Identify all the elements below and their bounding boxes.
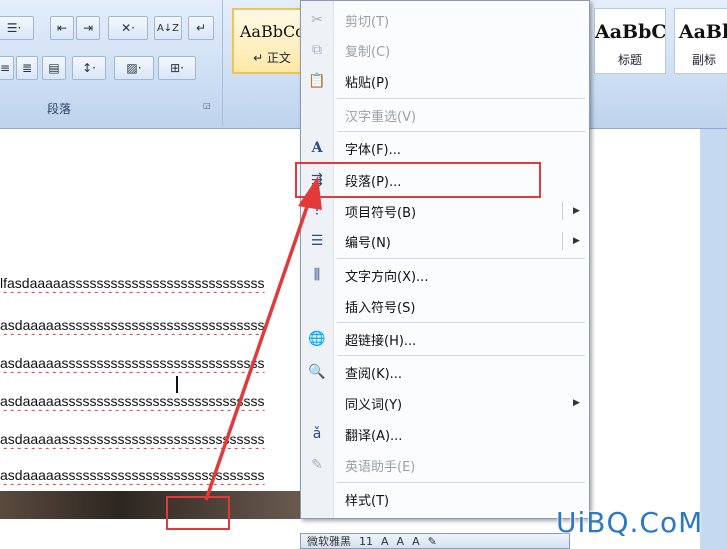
menu-separator: [337, 355, 585, 356]
hyperlink-icon: 🌐: [308, 331, 326, 347]
font-size-field[interactable]: 11: [359, 535, 373, 548]
numbering-icon: ☰: [310, 233, 324, 249]
menu-item-numbering[interactable]: ☰ 编号(N) ▶: [301, 228, 589, 254]
copy-icon: ⧉: [312, 42, 322, 58]
text-line[interactable]: asdaaaaasssssssssssssssssssssssssssss: [0, 467, 300, 485]
menu-item-hyperlink[interactable]: 🌐 超链接(H)...: [301, 326, 589, 352]
submenu-arrow-icon: ▶: [573, 236, 580, 246]
text-line[interactable]: lfasdaaaaassssssssssssssssssssssssssss: [0, 275, 300, 293]
paragraph-group-label: 段落: [46, 102, 71, 116]
paragraph-group: ☰· ⇤ ⇥ ✕· A↓Z ↵ ≡ ≣ ▤ ↕· ▨· ⊞· 段落 ◲: [0, 0, 223, 126]
menu-item-reconvert[interactable]: 汉字重选(V): [301, 102, 589, 128]
menu-item-styles[interactable]: 样式(T): [301, 486, 589, 512]
line-spacing-button[interactable]: ↕·: [72, 56, 106, 80]
paragraph-highlight-box: [295, 162, 541, 198]
text-line[interactable]: asdaaaaasssssssssssssssssssssssssssss: [0, 355, 300, 373]
menu-separator: [337, 322, 585, 323]
increase-indent-button[interactable]: ⇥: [76, 16, 100, 40]
english-assistant-icon: ✎: [311, 457, 323, 473]
menu-separator: [337, 98, 585, 99]
dialog-launcher-icon[interactable]: ◲: [203, 101, 213, 111]
shrink-font-button[interactable]: A: [397, 535, 405, 548]
submenu-divider: [562, 232, 563, 250]
font-icon: A: [311, 140, 323, 156]
submenu-divider: [562, 202, 563, 220]
menu-item-insert-symbol[interactable]: 插入符号(S): [301, 293, 589, 319]
menu-item-cut[interactable]: ✂ 剪切(T): [301, 7, 589, 33]
scissors-icon: ✂: [311, 12, 323, 28]
text-cursor: [176, 376, 178, 393]
style-subtitle[interactable]: AaBl 副标: [674, 8, 727, 74]
chinese-layout-button[interactable]: ✕·: [108, 16, 148, 40]
columns-button[interactable]: ▤: [42, 56, 66, 80]
shading-button[interactable]: ▨·: [114, 56, 154, 80]
font-name-field[interactable]: 微软雅黑: [307, 533, 351, 549]
watermark-logo: UiBQ.CoM: [556, 506, 704, 539]
submenu-arrow-icon: ▶: [573, 206, 580, 216]
menu-item-english-assistant[interactable]: ✎ 英语助手(E): [301, 452, 589, 478]
submenu-arrow-icon: ▶: [573, 398, 580, 408]
menu-item-paste[interactable]: 📋 粘贴(P): [301, 68, 589, 94]
text-line[interactable]: asdaaaaasssssssssssssssssssssssssssss: [0, 393, 300, 411]
mini-toolbar: 微软雅黑 11 A A A ✎: [300, 533, 570, 549]
menu-item-font[interactable]: A 字体(F)...: [301, 135, 589, 161]
cursor-highlight-box: [166, 496, 230, 530]
borders-button[interactable]: ⊞·: [158, 56, 196, 80]
menu-item-translate[interactable]: ǎ 翻译(A)...: [301, 421, 589, 447]
text-line[interactable]: asdaaaaasssssssssssssssssssssssssssss: [0, 431, 300, 449]
text-line[interactable]: asdaaaaasssssssssssssssssssssssssssss: [0, 317, 300, 335]
paste-icon: 📋: [308, 73, 326, 89]
sort-button[interactable]: A↓Z: [154, 16, 182, 40]
style-heading[interactable]: AaBbC 标题: [594, 8, 666, 74]
font-color-button[interactable]: A: [412, 535, 420, 548]
menu-separator: [337, 482, 585, 483]
translate-icon: ǎ: [312, 426, 322, 442]
context-menu: ✂ 剪切(T) ⧉ 复制(C) 📋 粘贴(P) 汉字重选(V) A 字体(F).…: [300, 0, 590, 519]
menu-item-copy[interactable]: ⧉ 复制(C): [301, 37, 589, 63]
lookup-icon: 🔍: [308, 364, 326, 380]
menu-item-bullets[interactable]: ⁝ 项目符号(B) ▶: [301, 198, 589, 224]
decrease-indent-button[interactable]: ⇤: [50, 16, 74, 40]
embedded-image: [0, 491, 300, 519]
bullets-icon: ⁝: [314, 203, 320, 219]
menu-item-synonyms[interactable]: 同义词(Y) ▶: [301, 390, 589, 416]
menu-separator: [337, 258, 585, 259]
menu-item-lookup[interactable]: 🔍 查阅(K)...: [301, 359, 589, 385]
distributed-button[interactable]: ≣: [16, 56, 38, 80]
text-direction-icon: ⫼: [313, 267, 321, 283]
justify-button[interactable]: ≡: [0, 56, 14, 80]
grow-font-button[interactable]: A: [381, 535, 389, 548]
menu-separator: [337, 131, 585, 132]
multilevel-list-button[interactable]: ☰·: [0, 16, 34, 40]
menu-item-text-direction[interactable]: ⫼ 文字方向(X)...: [301, 262, 589, 288]
format-painter-icon[interactable]: ✎: [428, 535, 437, 548]
show-marks-button[interactable]: ↵: [188, 16, 214, 40]
